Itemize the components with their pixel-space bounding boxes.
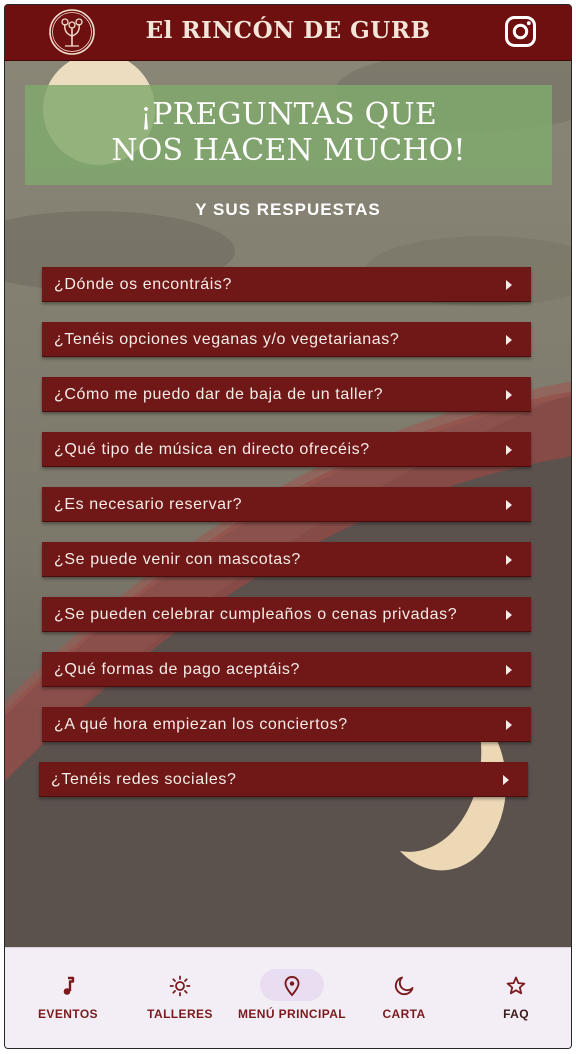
nav-label: EVENTOS xyxy=(38,1007,98,1021)
faq-question: ¿Cómo me puedo dar de baja de un taller? xyxy=(54,386,384,403)
faq-question: ¿Qué tipo de música en directo ofrecéis? xyxy=(54,441,370,458)
expand-arrow-icon xyxy=(506,500,512,510)
page-title-line-1: ¡PREGUNTAS QUE xyxy=(140,97,437,132)
page-title: ¡PREGUNTAS QUE NOS HACEN MUCHO! xyxy=(25,97,552,169)
faq-question: ¿Dónde os encontráis? xyxy=(54,276,233,293)
faq-item[interactable]: ¿Cómo me puedo dar de baja de un taller? xyxy=(42,377,531,412)
faq-item[interactable]: ¿Tenéis redes sociales? xyxy=(39,762,528,797)
faq-question: ¿Se pueden celebrar cumpleaños o cenas p… xyxy=(54,606,458,623)
faq-item[interactable]: ¿Es necesario reservar? xyxy=(42,487,531,522)
expand-arrow-icon xyxy=(506,445,512,455)
bottom-navigation: EVENTOS TALLERES MENÚ PRINCIPAL CARTA FA… xyxy=(5,947,571,1048)
nav-label: FAQ xyxy=(503,1007,529,1021)
faq-item[interactable]: ¿Qué tipo de música en directo ofrecéis? xyxy=(42,432,531,467)
music-note-icon xyxy=(63,976,75,995)
instagram-icon[interactable] xyxy=(504,15,537,48)
faq-question: ¿A qué hora empiezan los conciertos? xyxy=(54,716,348,733)
expand-arrow-icon xyxy=(506,610,512,620)
faq-item[interactable]: ¿Qué formas de pago aceptáis? xyxy=(42,652,531,687)
top-app-bar: El RINCÓN DE GURB xyxy=(5,5,571,61)
faq-item[interactable]: ¿Dónde os encontráis? xyxy=(42,267,531,302)
faq-question: ¿Tenéis redes sociales? xyxy=(51,771,237,788)
faq-item[interactable]: ¿A qué hora empiezan los conciertos? xyxy=(42,707,531,742)
app-frame: El RINCÓN DE GURB ¡PREGUNTAS QUE NOS HAC… xyxy=(4,4,572,1049)
faq-item[interactable]: ¿Tenéis opciones veganas y/o vegetariana… xyxy=(42,322,531,357)
faq-question: ¿Es necesario reservar? xyxy=(54,496,243,513)
faq-question: ¿Se puede venir con mascotas? xyxy=(54,551,301,568)
faq-question: ¿Tenéis opciones veganas y/o vegetariana… xyxy=(54,331,400,348)
expand-arrow-icon xyxy=(506,665,512,675)
expand-arrow-icon xyxy=(506,335,512,345)
page-title-line-2: NOS HACEN MUCHO! xyxy=(111,133,466,168)
faq-item[interactable]: ¿Se pueden celebrar cumpleaños o cenas p… xyxy=(42,597,531,632)
nav-item-eventos[interactable]: EVENTOS xyxy=(12,948,124,1048)
nav-label: CARTA xyxy=(382,1007,426,1021)
sun-icon xyxy=(169,975,191,997)
nav-item-faq[interactable]: FAQ xyxy=(460,948,571,1048)
faq-item[interactable]: ¿Se puede venir con mascotas? xyxy=(42,542,531,577)
location-pin-icon xyxy=(284,976,300,997)
nav-item-carta[interactable]: CARTA xyxy=(348,948,460,1048)
expand-arrow-icon xyxy=(506,720,512,730)
nav-item-talleres[interactable]: TALLERES xyxy=(124,948,236,1048)
app-title: El RINCÓN DE GURB xyxy=(145,17,431,44)
star-icon xyxy=(506,976,526,995)
nav-label: MENÚ PRINCIPAL xyxy=(237,1007,347,1021)
expand-arrow-icon xyxy=(506,555,512,565)
page-subtitle: Y SUS RESPUESTAS xyxy=(195,200,381,219)
nav-item-menu-principal[interactable]: MENÚ PRINCIPAL xyxy=(236,948,348,1048)
nav-label: TALLERES xyxy=(147,1007,213,1021)
faq-question: ¿Qué formas de pago aceptáis? xyxy=(54,661,300,678)
expand-arrow-icon xyxy=(503,775,509,785)
expand-arrow-icon xyxy=(506,390,512,400)
moon-icon xyxy=(394,976,414,996)
expand-arrow-icon xyxy=(506,280,512,290)
